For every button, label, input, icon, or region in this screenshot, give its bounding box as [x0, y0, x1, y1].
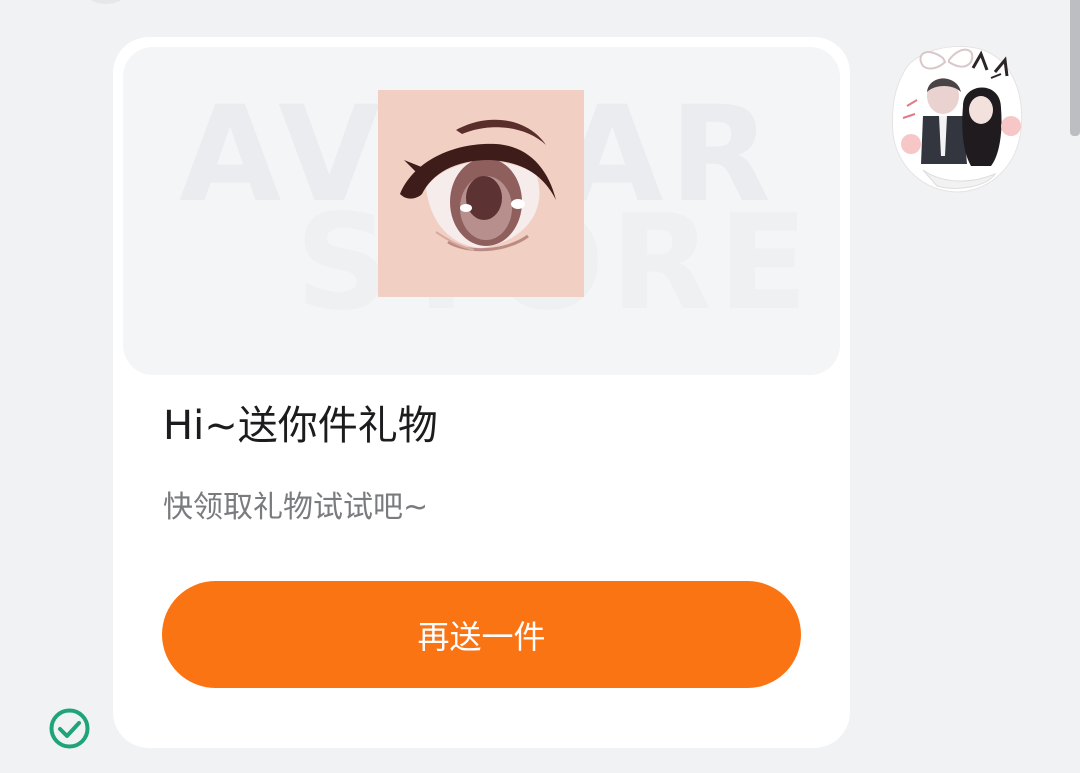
gift-thumbnail[interactable]	[378, 90, 584, 297]
sender-avatar[interactable]	[883, 34, 1031, 198]
gift-title: Hi~送你件礼物	[163, 403, 438, 449]
gift-banner: AVATAR STORE	[123, 47, 840, 375]
partial-avatar-edge	[86, 0, 126, 4]
chat-screen: AVATAR STORE	[0, 0, 1080, 773]
scrollbar[interactable]	[1070, 0, 1080, 136]
send-another-button[interactable]: 再送一件	[162, 581, 801, 688]
check-circle-icon	[48, 707, 91, 750]
gift-subtitle: 快领取礼物试试吧~	[163, 490, 429, 525]
anime-eye-icon	[378, 90, 584, 297]
anime-couple-sticker-avatar	[892, 46, 1023, 193]
gift-message-card[interactable]: AVATAR STORE	[113, 37, 850, 748]
